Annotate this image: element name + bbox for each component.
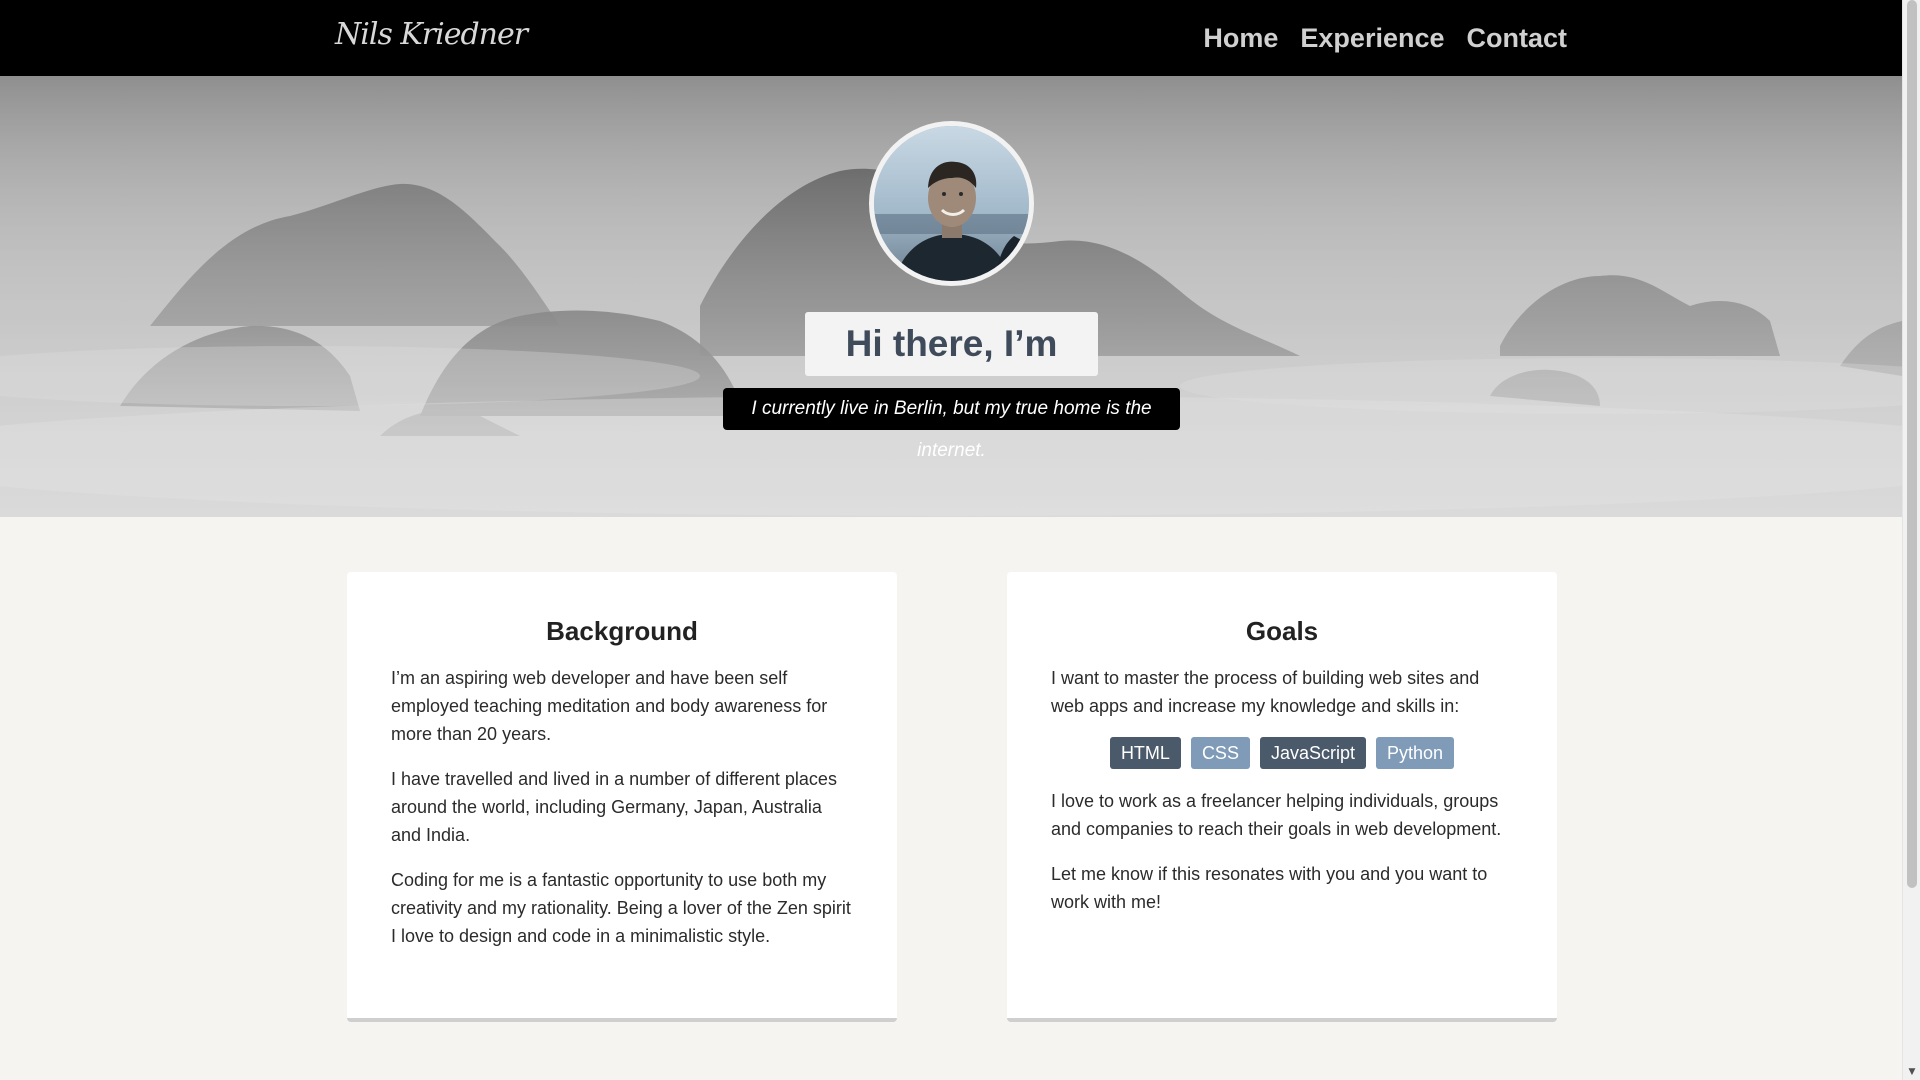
vertical-scrollbar[interactable]: ▼ [1902,0,1920,1080]
scroll-down-arrow-icon[interactable]: ▼ [1903,1064,1920,1080]
goals-card: Goals I want to master the process of bu… [1007,572,1557,1022]
navbar: Nils Kriedner Home Experience Contact [0,0,1902,76]
skill-tag-python: Python [1376,737,1455,769]
hero-banner: Hi there, I’m Nils. I currently live in … [0,76,1902,517]
background-card: Background I’m an aspiring web developer… [347,572,897,1022]
scrollbar-thumb[interactable] [1907,0,1917,888]
hero-title: Hi there, I’m Nils. [805,312,1098,428]
profile-photo [869,121,1034,286]
goals-intro: I want to master the process of building… [1051,668,1480,716]
profile-photo-image [874,126,1029,281]
background-paragraph-3: Coding for me is a fantastic opportunity… [391,870,851,946]
skill-tag-css: CSS [1190,737,1250,769]
background-paragraph-1: I’m an aspiring web developer and have b… [391,668,828,744]
skill-tag-javascript: JavaScript [1259,737,1366,769]
page: Nils Kriedner Home Experience Contact Hi… [0,0,1902,1080]
nav-link-experience[interactable]: Experience [1300,23,1444,54]
skill-tags: HTML CSS JavaScript Python [1051,737,1513,769]
skill-tag-html: HTML [1109,737,1181,769]
brand-logo[interactable]: Nils Kriedner [335,10,528,60]
background-heading: Background [546,616,698,646]
nav-links: Home Experience Contact [1203,0,1567,76]
hero-subtitle: I currently live in Berlin, but my true … [723,388,1180,461]
nav-link-home[interactable]: Home [1203,23,1278,54]
background-paragraph-2: I have travelled and lived in a number o… [391,769,837,845]
goals-heading: Goals [1245,616,1319,646]
goals-paragraph-2: Let me know if this resonates with you a… [1051,864,1488,912]
nav-link-contact[interactable]: Contact [1467,23,1568,54]
goals-paragraph-1: I love to work as a freelancer helping i… [1051,791,1502,839]
